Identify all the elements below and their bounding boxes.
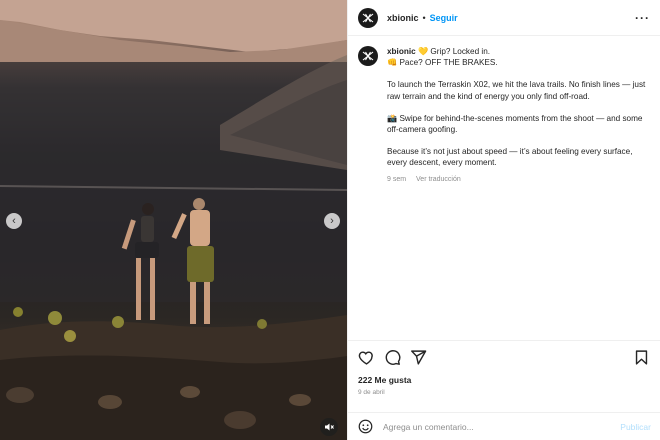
comment-bar: Publicar [348, 412, 660, 440]
caption-paragraph-2: To launch the Terraskin X02, we hit the … [387, 80, 646, 101]
chevron-left-icon: ‹ [12, 214, 16, 227]
action-bar [348, 341, 660, 374]
avatar[interactable] [358, 7, 378, 28]
caption-paragraph-4: Because it’s not just about speed — it’s… [387, 147, 633, 168]
comment-icon [385, 350, 401, 365]
previous-slide-button[interactable]: ‹ [6, 213, 22, 229]
publish-button[interactable]: Publicar [620, 422, 651, 432]
chevron-right-icon: › [330, 214, 334, 227]
post-date: 9 de abril [358, 389, 385, 396]
next-slide-button[interactable]: › [324, 213, 340, 229]
follow-button[interactable]: Seguir [430, 13, 458, 23]
xbionic-logo-icon [362, 13, 374, 22]
caption-section: xbionic 💛 Grip? Locked in. 👊 Pace? OFF T… [348, 36, 660, 341]
caption-paragraph-3: 📸 Swipe for behind-the-scenes moments fr… [387, 113, 643, 135]
see-translation-link[interactable]: Ver traducción [416, 176, 461, 183]
likes-count[interactable]: 222 Me gusta [348, 374, 660, 385]
comment-input[interactable] [383, 421, 593, 432]
caption-avatar[interactable] [358, 46, 378, 66]
like-button[interactable] [358, 349, 375, 366]
post-details-panel: xbionic • Seguir ··· xbionic 💛 Grip? Loc… [347, 0, 660, 440]
caption-username-link[interactable]: xbionic [387, 47, 416, 56]
mute-button[interactable] [320, 418, 338, 436]
mute-icon [325, 423, 334, 431]
share-icon [411, 350, 427, 365]
heart-icon [358, 351, 373, 365]
caption-text: xbionic 💛 Grip? Locked in. 👊 Pace? OFF T… [387, 46, 649, 340]
comment-button[interactable] [384, 349, 401, 366]
share-button[interactable] [410, 349, 427, 366]
more-options-icon[interactable]: ··· [635, 11, 650, 25]
caption-line-2: 👊 Pace? OFF THE BRAKES. [387, 58, 498, 68]
emoji-button[interactable] [358, 419, 373, 434]
caption-meta: 9 sem Ver traducción [387, 174, 649, 185]
post-media[interactable]: ‹ › [0, 0, 347, 440]
bookmark-icon [635, 350, 648, 365]
post-header: xbionic • Seguir ··· [348, 0, 660, 36]
header-username-link[interactable]: xbionic [387, 13, 419, 23]
post-photo [0, 0, 347, 440]
separator-dot: • [422, 12, 426, 23]
emoji-icon [358, 419, 373, 434]
xbionic-logo-icon [362, 51, 374, 61]
caption-line-1: 💛 Grip? Locked in. [417, 47, 491, 56]
post-age: 9 sem [387, 175, 407, 183]
save-button[interactable] [633, 349, 650, 366]
